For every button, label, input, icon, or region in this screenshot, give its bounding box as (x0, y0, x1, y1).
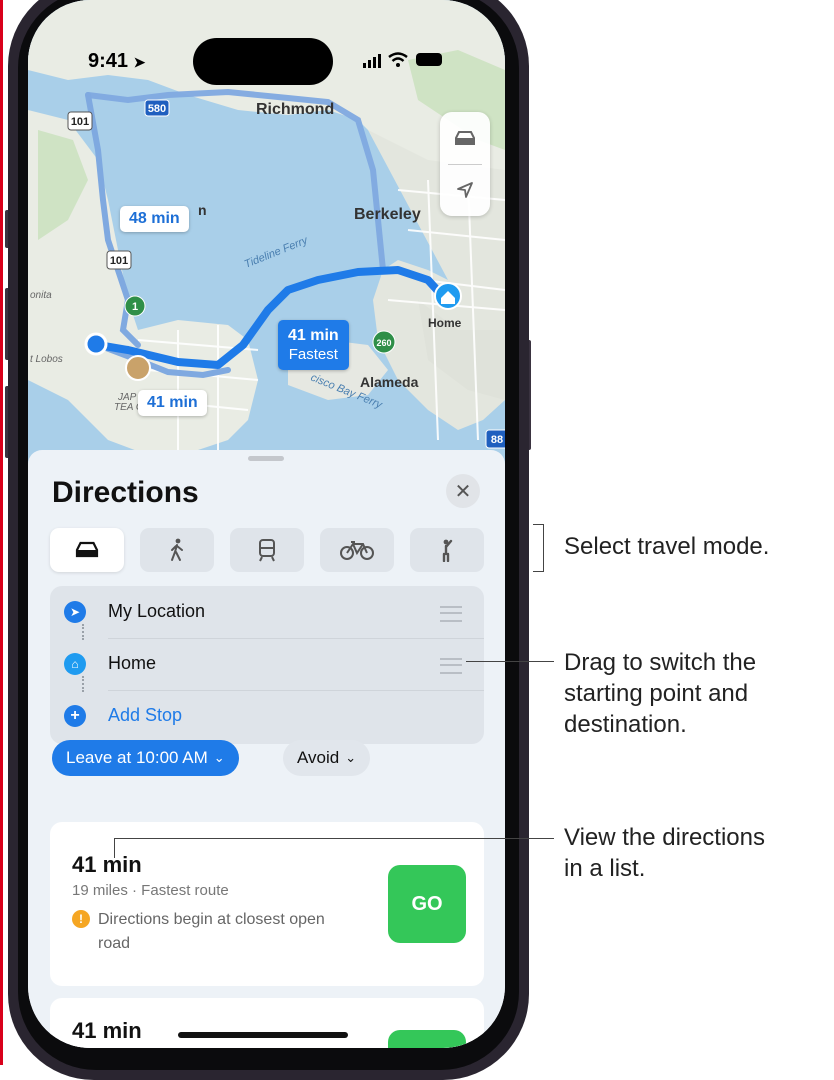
stop-label: My Location (108, 601, 206, 621)
stop-row-origin[interactable]: ➤ My Location (50, 586, 484, 638)
highway-1-shield: 1 (132, 301, 138, 313)
callout-line (466, 661, 554, 662)
status-time-text: 9:41 (88, 50, 129, 72)
route-details: 19 miles · Fastest route (72, 882, 229, 899)
mode-transit-button[interactable] (230, 528, 304, 572)
page-title: Directions (52, 476, 199, 509)
travel-mode-selector (50, 528, 484, 572)
highway-580-shield: 580 (148, 103, 166, 115)
route-time-badge[interactable]: 48 min (120, 206, 189, 232)
leave-time-button[interactable]: Leave at 10:00 AM ⌄ (52, 740, 239, 776)
callout-list: View the directions in a list. (564, 822, 765, 884)
wifi-icon (388, 52, 408, 73)
sheet-grabber[interactable] (248, 456, 284, 461)
highway-260-shield: 260 (376, 338, 391, 348)
home-indicator[interactable] (178, 1032, 348, 1038)
route-warning: Directions begin at closest open road (98, 911, 325, 952)
phone-screen: 580 101 101 1 260 88 Tideline Ferry cisc… (28, 0, 505, 1048)
map-label-berkeley: Berkeley (354, 206, 421, 223)
callout-bracket (533, 524, 544, 572)
route-stops-list: ➤ My Location ⌂ Home + Add Stop (50, 586, 484, 744)
go-button[interactable]: GO (388, 1030, 466, 1048)
mode-drive-button[interactable] (50, 528, 124, 572)
leave-time-label: Leave at 10:00 AM (66, 748, 208, 767)
route-duration: 41 min (72, 1018, 142, 1043)
location-arrow-icon[interactable] (440, 164, 490, 216)
go-button[interactable]: GO (388, 865, 466, 943)
highway-101-shield: 101 (110, 255, 128, 267)
map-controls (440, 112, 490, 216)
status-time: 9:41 ➤ (88, 50, 145, 73)
close-icon: ✕ (454, 480, 472, 503)
callout-line-text: Drag to switch the (564, 649, 757, 676)
train-icon (259, 539, 275, 562)
callout-line-text: destination. (564, 711, 687, 738)
chevron-down-icon: ⌄ (213, 750, 225, 765)
walk-icon (171, 538, 183, 561)
page-edge-marker (0, 0, 3, 1065)
avoid-button[interactable]: Avoid ⌄ (283, 740, 371, 776)
warning-icon: ! (72, 910, 90, 928)
map-label-alameda: Alameda (360, 374, 419, 390)
battery-icon (416, 53, 442, 66)
callout-line-text: in a list. (564, 855, 646, 882)
bicycle-icon (340, 541, 374, 560)
stop-row-destination[interactable]: ⌂ Home (50, 638, 484, 690)
callout-line (114, 838, 554, 839)
map-label-richmond: Richmond (256, 101, 335, 118)
highway-88-shield: 88 (491, 434, 503, 446)
drag-handle-icon[interactable] (440, 606, 462, 622)
plus-icon: + (64, 705, 86, 727)
route-option-card[interactable]: 41 min 19 miles · Fastest route ! Direct… (50, 822, 484, 986)
location-arrow-icon: ➤ (64, 601, 86, 623)
route-time-badge[interactable]: 41 min (138, 390, 207, 416)
chevron-down-icon: ⌄ (345, 750, 357, 765)
map-place-label: t Lobos (30, 354, 63, 365)
directions-sheet: Directions ✕ ➤ My Location ⌂ Home + Add … (28, 450, 505, 1048)
callout-travel-mode: Select travel mode. (564, 533, 770, 560)
mode-cycle-button[interactable] (320, 528, 394, 572)
fastest-route-badge[interactable]: 41 min Fastest (278, 320, 349, 370)
mode-walk-button[interactable] (140, 528, 214, 572)
highway-101-shield: 101 (71, 116, 89, 128)
home-icon: ⌂ (64, 653, 86, 675)
callout-line-text: starting point and (564, 680, 749, 707)
add-stop-button[interactable]: + Add Stop (50, 690, 484, 742)
location-arrow-icon: ➤ (133, 54, 146, 70)
status-bar: 9:41 ➤ (28, 40, 505, 80)
callout-line (114, 838, 115, 858)
route-option-card[interactable]: 41 min GO (50, 998, 484, 1048)
callout-line-text: View the directions (564, 824, 765, 851)
map-label-home: Home (428, 316, 462, 330)
stop-label: Home (108, 653, 157, 673)
car-icon[interactable] (440, 112, 490, 164)
person-hail-icon (442, 539, 453, 562)
avoid-label: Avoid (297, 748, 340, 767)
route-duration: 41 min (72, 852, 142, 877)
car-icon (75, 541, 99, 558)
add-stop-label: Add Stop (108, 705, 183, 725)
map-label-fragment: n (198, 202, 207, 218)
signal-icon (363, 54, 381, 68)
fastest-route-time: 41 min (288, 327, 339, 344)
callout-drag: Drag to switch the starting point and de… (564, 647, 756, 740)
drag-handle-icon[interactable] (440, 658, 462, 674)
mode-rideshare-button[interactable] (410, 528, 484, 572)
fastest-route-label: Fastest (288, 346, 338, 363)
map-place-label: onita (30, 290, 52, 301)
close-button[interactable]: ✕ (446, 474, 480, 508)
